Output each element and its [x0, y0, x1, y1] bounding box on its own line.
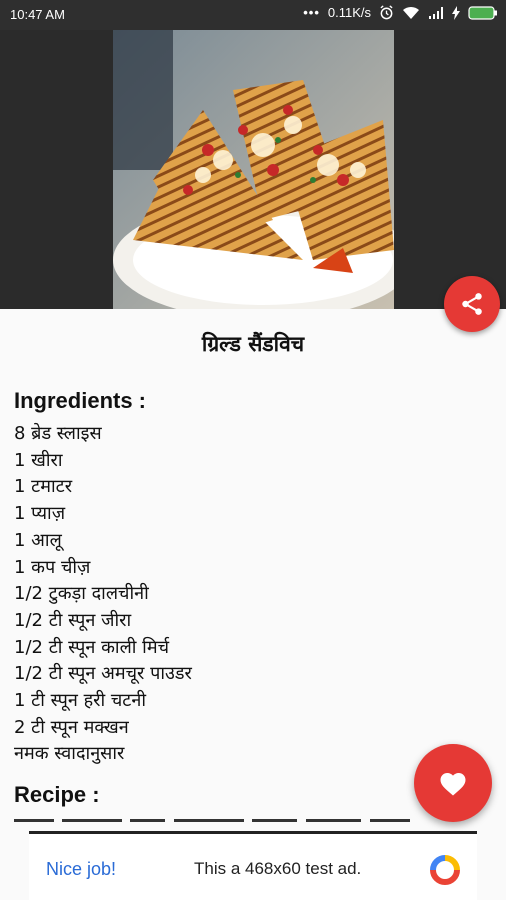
recipe-heading: Recipe : [14, 782, 100, 807]
share-button[interactable] [444, 276, 500, 332]
grilled-sandwich-photo [113, 30, 394, 309]
network-speed: 0.11K/s [327, 5, 371, 20]
ingredient-item: 1/2 टी स्पून अमचूर पाउडर [14, 663, 192, 685]
ingredient-item: 1/2 टी स्पून काली मिर्च [14, 636, 170, 658]
ingredient-item: 1 आलू [14, 529, 62, 551]
share-icon [462, 293, 482, 315]
battery-icon [468, 5, 497, 20]
recipe-steps-partial [14, 812, 444, 822]
ingredient-item: 1/2 टुकड़ा दालचीनी [14, 583, 149, 605]
ingredient-item: 1 कप चीज़ [14, 556, 91, 578]
recipe-image-header [0, 30, 506, 332]
banner-ad[interactable]: Nice job! This a 468x60 test ad. [29, 831, 477, 900]
signal-icon [429, 6, 443, 19]
cut-off-text [14, 819, 410, 822]
ingredient-item: नमक स्वादानुसार [14, 743, 125, 765]
status-icons: ••• 0.11K/s [303, 5, 498, 20]
more-notifications-icon: ••• [303, 5, 320, 20]
ad-nice-job-label: Nice job! [46, 859, 117, 879]
ingredient-item: 1 टी स्पून हरी चटनी [14, 690, 147, 712]
ingredient-item: 1/2 टी स्पून जीरा [14, 609, 132, 631]
heart-icon [440, 773, 466, 796]
ad-message: This a 468x60 test ad. [194, 859, 362, 878]
wifi-icon [403, 6, 419, 19]
ingredient-item: 8 ब्रेड स्लाइस [14, 423, 102, 444]
ad-logo-icon [430, 855, 460, 885]
ingredient-item: 2 टी स्पून मक्खन [14, 716, 129, 738]
recipe-title: ग्रिल्ड सैंडविच [201, 332, 305, 356]
ingredients-heading: Ingredients : [14, 388, 147, 413]
alarm-icon [380, 5, 393, 20]
ingredient-item: 1 प्याज़ [14, 503, 66, 525]
charging-icon [452, 5, 460, 20]
ingredients-list: 8 ब्रेड स्लाइस 1 खीरा 1 टमाटर 1 प्याज़ 1… [14, 421, 192, 768]
favorite-button[interactable] [414, 744, 492, 822]
status-bar: 10:47 AM ••• 0.11K/s [0, 0, 506, 30]
ingredient-item: 1 खीरा [14, 449, 63, 471]
status-time: 10:47 AM [10, 7, 65, 22]
ingredient-item: 1 टमाटर [14, 476, 73, 498]
